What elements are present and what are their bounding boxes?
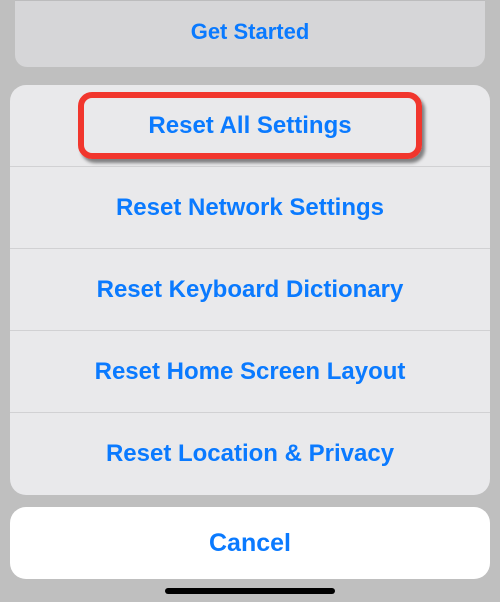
reset-network-settings-button[interactable]: Reset Network Settings — [10, 167, 490, 249]
background-card: Get Started — [15, 0, 485, 67]
cancel-button[interactable]: Cancel — [10, 507, 490, 579]
reset-home-screen-layout-button[interactable]: Reset Home Screen Layout — [10, 331, 490, 413]
sheet-item-label: Reset Keyboard Dictionary — [97, 276, 404, 304]
reset-keyboard-dictionary-button[interactable]: Reset Keyboard Dictionary — [10, 249, 490, 331]
get-started-button[interactable]: Get Started — [15, 1, 485, 67]
sheet-item-label: Reset Location & Privacy — [106, 440, 394, 468]
sheet-item-label: Reset Home Screen Layout — [95, 358, 406, 386]
reset-action-sheet: Reset All Settings Reset Network Setting… — [10, 85, 490, 495]
home-indicator[interactable] — [165, 588, 335, 594]
sheet-item-label: Reset All Settings — [148, 112, 351, 140]
reset-all-settings-button[interactable]: Reset All Settings — [10, 85, 490, 167]
reset-location-privacy-button[interactable]: Reset Location & Privacy — [10, 413, 490, 495]
sheet-item-label: Reset Network Settings — [116, 194, 384, 222]
